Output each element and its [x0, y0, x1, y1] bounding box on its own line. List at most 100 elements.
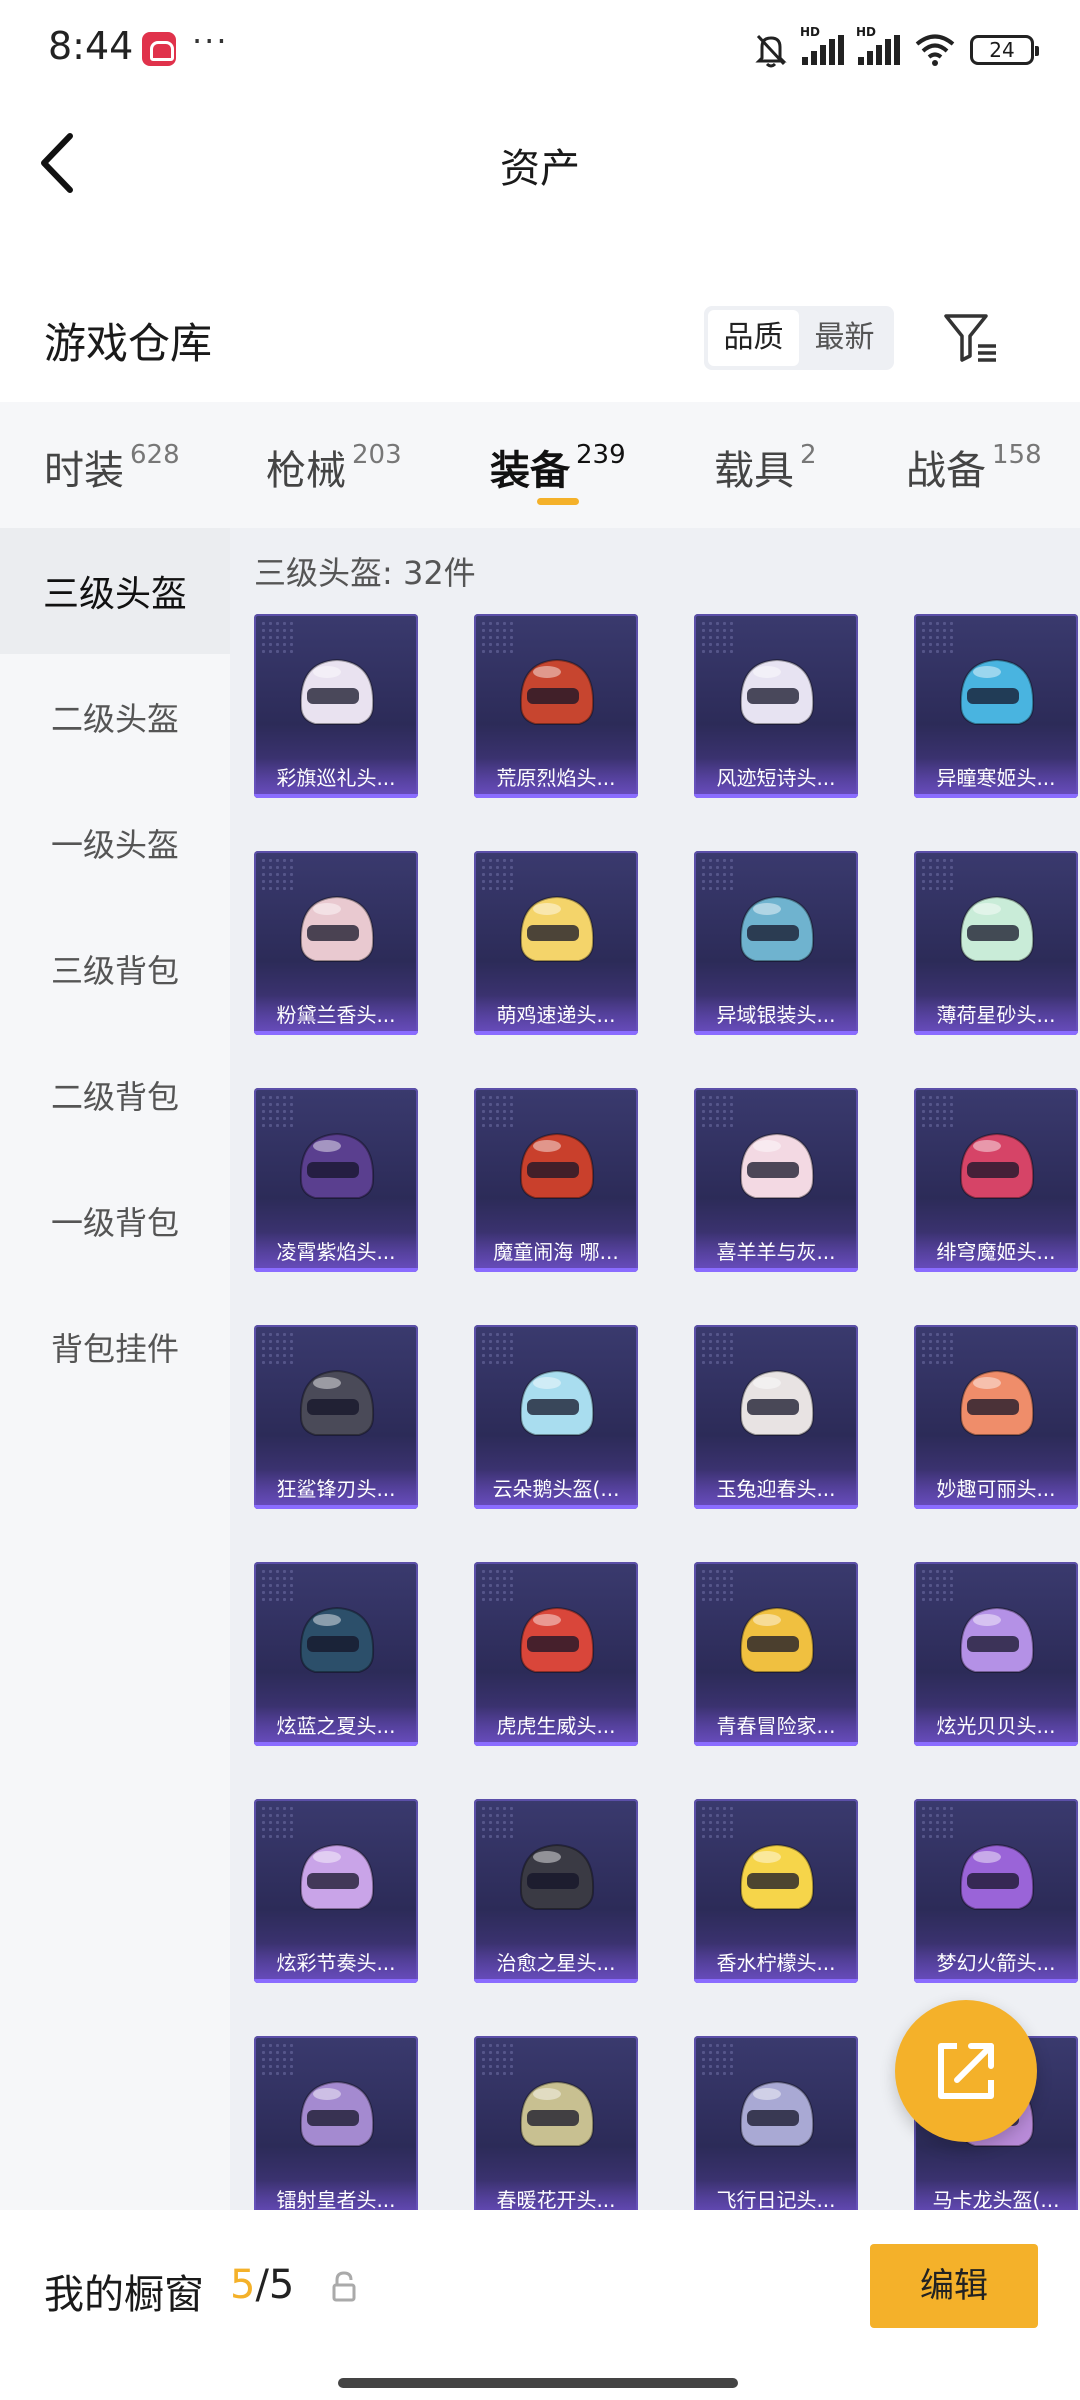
card-accent-line — [254, 1031, 418, 1035]
tab-label: 时装 — [44, 448, 124, 494]
status-bar: 8:44 ··· HD HD 24 — [0, 0, 1080, 100]
item-card-label: 彩旗巡礼头... — [254, 758, 418, 798]
item-card-label: 香水柠檬头... — [694, 1943, 858, 1983]
item-card[interactable]: 狂鲨锋刃头... — [254, 1325, 418, 1509]
helmet-icon — [739, 658, 815, 725]
item-card[interactable]: 玉兔迎春头... — [694, 1325, 858, 1509]
sidebar-item-level3-backpack[interactable]: 三级背包 — [0, 906, 230, 1032]
helmet-icon — [299, 895, 375, 962]
share-button[interactable] — [895, 2000, 1037, 2142]
helmet-icon — [519, 895, 595, 962]
card-accent-line — [254, 1979, 418, 1983]
card-accent-line — [914, 1268, 1078, 1272]
bottom-bar: 我的橱窗 5/5 编辑 — [0, 2210, 1080, 2400]
item-card[interactable]: 绯穹魔姬头... — [914, 1088, 1078, 1272]
item-card[interactable]: 虎虎生威头... — [474, 1562, 638, 1746]
helmet-icon — [959, 1369, 1035, 1436]
item-card[interactable]: 镭射皇者头... — [254, 2036, 418, 2210]
card-accent-line — [474, 1268, 638, 1272]
item-card-label: 绯穹魔姬头... — [914, 1232, 1078, 1272]
helmet-icon — [739, 1606, 815, 1673]
card-accent-line — [914, 1742, 1078, 1746]
item-card[interactable]: 薄荷星砂头... — [914, 851, 1078, 1035]
item-card[interactable]: 风迹短诗头... — [694, 614, 858, 798]
card-accent-line — [914, 1505, 1078, 1509]
item-card-label: 喜羊羊与灰... — [694, 1232, 858, 1272]
item-card[interactable]: 魔童闹海 哪... — [474, 1088, 638, 1272]
lock-icon[interactable] — [330, 2270, 358, 2304]
status-time: 8:44 — [48, 24, 134, 68]
item-card[interactable]: 彩旗巡礼头... — [254, 614, 418, 798]
sidebar-item-backpack-pendant[interactable]: 背包挂件 — [0, 1284, 230, 1410]
helmet-icon — [519, 1369, 595, 1436]
item-card[interactable]: 炫彩节奏头... — [254, 1799, 418, 1983]
page-title: 资产 — [500, 146, 580, 192]
tab-vehicles[interactable]: 载具 2 — [714, 438, 817, 496]
tab-equipment[interactable]: 装备 239 — [490, 438, 626, 496]
item-card-label: 炫光贝贝头... — [914, 1706, 1078, 1746]
item-card[interactable]: 粉黛兰香头... — [254, 851, 418, 1035]
item-card[interactable]: 梦幻火箭头... — [914, 1799, 1078, 1983]
item-card[interactable]: 荒原烈焰头... — [474, 614, 638, 798]
item-card[interactable]: 治愈之星头... — [474, 1799, 638, 1983]
helmet-icon — [739, 1843, 815, 1910]
item-card[interactable]: 喜羊羊与灰... — [694, 1088, 858, 1272]
helmet-icon — [299, 658, 375, 725]
item-card[interactable]: 炫蓝之夏头... — [254, 1562, 418, 1746]
item-card-label: 马卡龙头盔(... — [914, 2180, 1078, 2210]
helmet-icon — [299, 2080, 375, 2147]
item-card-label: 荒原烈焰头... — [474, 758, 638, 798]
item-card[interactable]: 飞行日记头... — [694, 2036, 858, 2210]
item-card[interactable]: 春暖花开头... — [474, 2036, 638, 2210]
card-accent-line — [694, 1979, 858, 1983]
card-accent-line — [474, 1742, 638, 1746]
tab-battle-gear[interactable]: 战备 158 — [906, 438, 1042, 496]
sidebar-item-level2-helmet[interactable]: 二级头盔 — [0, 654, 230, 780]
card-accent-line — [914, 1979, 1078, 1983]
card-accent-line — [474, 1031, 638, 1035]
sidebar: 三级头盔 二级头盔 一级头盔 三级背包 二级背包 一级背包 背包挂件 — [0, 528, 230, 2210]
sort-newest-option[interactable]: 最新 — [799, 310, 890, 366]
sidebar-item-level1-backpack[interactable]: 一级背包 — [0, 1158, 230, 1284]
item-card[interactable]: 异瞳寒姬头... — [914, 614, 1078, 798]
more-dots-icon: ··· — [192, 22, 229, 60]
mute-bell-icon — [755, 34, 787, 68]
wifi-icon — [915, 34, 955, 66]
item-card[interactable]: 异域银装头... — [694, 851, 858, 1035]
helmet-icon — [959, 895, 1035, 962]
item-card[interactable]: 凌霄紫焰头... — [254, 1088, 418, 1272]
tab-guns[interactable]: 枪械 203 — [266, 438, 402, 496]
helmet-icon — [959, 1606, 1035, 1673]
card-accent-line — [914, 1031, 1078, 1035]
filter-icon[interactable] — [940, 308, 1000, 368]
share-external-icon — [938, 2043, 994, 2099]
tab-label: 战备 — [906, 448, 986, 494]
item-card[interactable]: 炫光贝贝头... — [914, 1562, 1078, 1746]
sidebar-item-level3-helmet[interactable]: 三级头盔 — [0, 528, 230, 654]
item-card[interactable]: 青春冒险家... — [694, 1562, 858, 1746]
item-count-label: 三级头盔: 32件 — [254, 554, 476, 592]
tab-count: 158 — [992, 440, 1042, 470]
item-card[interactable]: 妙趣可丽头... — [914, 1325, 1078, 1509]
item-card[interactable]: 萌鸡速递头... — [474, 851, 638, 1035]
tab-fashion[interactable]: 时装 628 — [44, 438, 180, 496]
card-accent-line — [254, 1742, 418, 1746]
item-card-label: 妙趣可丽头... — [914, 1469, 1078, 1509]
card-accent-line — [694, 1505, 858, 1509]
item-card-label: 炫蓝之夏头... — [254, 1706, 418, 1746]
item-card-label: 虎虎生威头... — [474, 1706, 638, 1746]
sidebar-item-level2-backpack[interactable]: 二级背包 — [0, 1032, 230, 1158]
sidebar-item-level1-helmet[interactable]: 一级头盔 — [0, 780, 230, 906]
helmet-icon — [739, 895, 815, 962]
item-card[interactable]: 云朵鹅头盔(... — [474, 1325, 638, 1509]
sort-quality-option[interactable]: 品质 — [708, 310, 799, 366]
card-accent-line — [474, 794, 638, 798]
card-accent-line — [694, 1742, 858, 1746]
helmet-icon — [519, 1132, 595, 1199]
item-card-label: 炫彩节奏头... — [254, 1943, 418, 1983]
helmet-icon — [299, 1843, 375, 1910]
helmet-icon — [299, 1132, 375, 1199]
item-card[interactable]: 香水柠檬头... — [694, 1799, 858, 1983]
helmet-icon — [299, 1606, 375, 1673]
edit-button[interactable]: 编辑 — [870, 2244, 1038, 2328]
